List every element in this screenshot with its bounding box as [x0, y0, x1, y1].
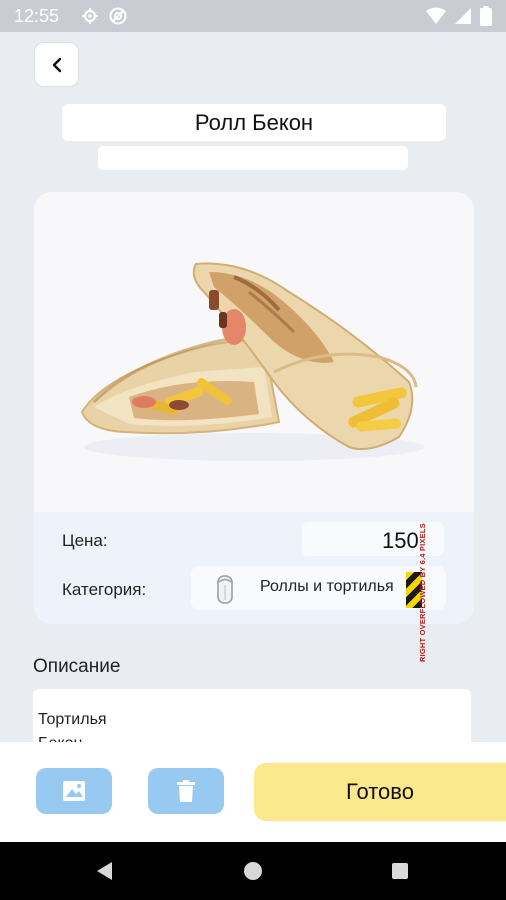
overflow-warning-text: RIGHT OVERFLOWED BY 6.4 PIXELS: [418, 523, 427, 662]
back-button[interactable]: [34, 42, 79, 87]
description-line: Тортилья: [38, 711, 107, 728]
product-subtitle-input[interactable]: [98, 146, 408, 170]
price-label: Цена:: [62, 531, 108, 550]
at-sign-icon: [109, 7, 127, 25]
nav-home-icon[interactable]: [244, 862, 262, 880]
category-value: Роллы и тортилья: [260, 578, 394, 595]
cellular-signal-icon: [455, 8, 471, 24]
category-label: Категория:: [62, 580, 147, 599]
roll-icon: [217, 575, 233, 604]
product-title-input[interactable]: Ролл Бекон: [62, 104, 446, 141]
status-bar: 12:55: [0, 0, 506, 32]
chevron-left-icon: [52, 57, 61, 72]
description-label: Описание: [33, 656, 121, 677]
nav-back-icon[interactable]: [96, 861, 114, 881]
price-value: 150: [382, 528, 419, 553]
description-textarea[interactable]: Тортилья Бекон: [33, 689, 471, 749]
delete-button[interactable]: [148, 768, 224, 814]
battery-icon: [480, 6, 492, 26]
trash-icon: [177, 780, 195, 802]
status-time: 12:55: [14, 5, 60, 26]
image-icon: [63, 781, 85, 801]
nav-recents-icon[interactable]: [392, 863, 408, 879]
wifi-icon: [426, 7, 446, 24]
done-button[interactable]: Готово: [254, 763, 506, 821]
add-image-button[interactable]: [36, 768, 112, 814]
settings-gear-icon: [82, 8, 99, 24]
